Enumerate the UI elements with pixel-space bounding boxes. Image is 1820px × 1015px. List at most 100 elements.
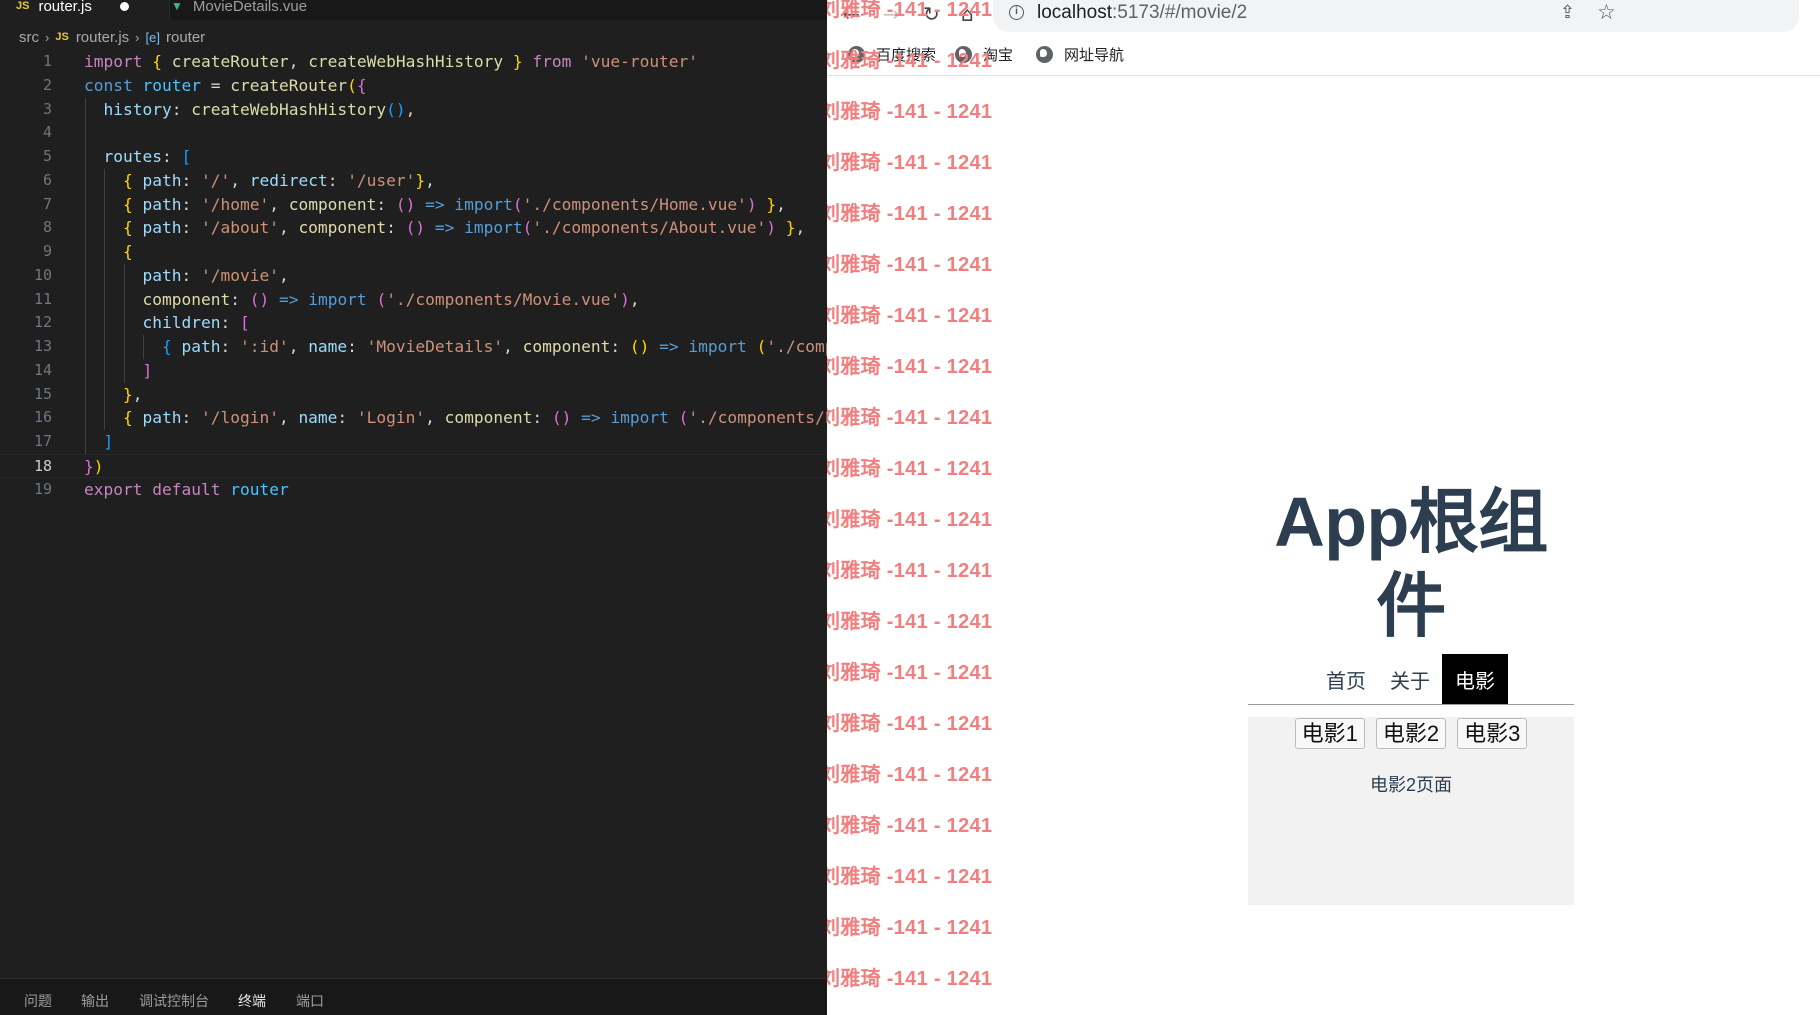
page-title: App根组件 <box>1274 483 1548 645</box>
line-number: 19 <box>33 479 52 498</box>
watermark-text: 刘雅琦 -141 - 1241 <box>827 815 993 837</box>
code-line: 19 export default router <box>0 478 827 502</box>
chevron-right-icon: › <box>45 29 50 45</box>
tab-label: router.js <box>38 0 92 15</box>
panel-tab-output[interactable]: 输出 <box>81 991 109 1011</box>
code-line: 11 component: () => import ('./component… <box>0 287 827 312</box>
vue-app: App根组件 首页 关于 电影 电影1 电影2 电影3 电影2页面 <box>1248 480 1574 905</box>
panel-tab-debug-console[interactable]: 调试控制台 <box>139 991 209 1011</box>
breadcrumb-file[interactable]: router.js <box>76 29 129 46</box>
app-nav: 首页 关于 电影 <box>1248 654 1574 705</box>
code-text: component: () => import ('./components/M… <box>142 289 640 309</box>
line-number: 15 <box>33 384 52 403</box>
browser-window: ← → ↻ ⌂ i localhost:5173/#/movie/2 ⇪ ☆ 百… <box>827 0 1820 1015</box>
code-line: 7 { path: '/home', component: () => impo… <box>0 192 827 217</box>
panel-tab-ports[interactable]: 端口 <box>296 991 324 1011</box>
line-number: 17 <box>33 432 52 450</box>
unsaved-dot-icon[interactable] <box>119 1 129 11</box>
code-area[interactable]: 1 import { createRouter, createWebHashHis… <box>0 50 827 501</box>
tab-router-js[interactable]: JS router.js <box>0 0 170 20</box>
code-text: ] <box>142 360 153 380</box>
address-bar[interactable]: i localhost:5173/#/movie/2 ⇪ ☆ <box>993 0 1799 32</box>
javascript-file-icon: JS <box>55 31 69 43</box>
line-number: 6 <box>42 170 52 189</box>
breadcrumb-symbol[interactable]: router <box>166 29 205 46</box>
panel-tab-bar: 问题 输出 调试控制台 终端 端口 <box>0 978 827 1015</box>
watermark-text: 刘雅琦 -141 - 1241 <box>827 662 993 684</box>
code-line: 12 children: [ <box>0 311 827 335</box>
code-line: 10 path: '/movie', <box>0 263 827 288</box>
line-number: 16 <box>33 408 52 427</box>
code-text: import { createRouter, createWebHashHist… <box>84 52 699 71</box>
code-line: 13 { path: ':id', name: 'MovieDetails', … <box>0 335 827 359</box>
bookmark-label: 网址导航 <box>1064 47 1125 64</box>
code-line: 8 { path: '/about', component: () => imp… <box>0 216 827 240</box>
code-line: 9 { <box>0 240 827 264</box>
code-text: children: [ <box>142 313 250 333</box>
bookmark-star-icon[interactable]: ☆ <box>1597 0 1616 24</box>
code-text: { path: '/about', component: () => impor… <box>122 218 806 238</box>
code-text: { path: '/home', component: () => import… <box>122 194 786 214</box>
watermark-text: 刘雅琦 -141 - 1241 <box>827 305 993 327</box>
watermark-text: 刘雅琦 -141 - 1241 <box>827 560 993 582</box>
code-line: 6 { path: '/', redirect: '/user'}, <box>0 168 827 193</box>
watermark-text: 刘雅琦 -141 - 1241 <box>827 764 993 786</box>
nav-link-movie[interactable]: 电影 <box>1442 654 1508 704</box>
breadcrumb: src › JS router.js › [e] router <box>0 27 827 47</box>
variable-symbol-icon: [e] <box>145 29 160 45</box>
tab-moviedetails-vue[interactable]: ▼ MovieDetails.vue <box>171 0 307 20</box>
code-line-current: 18}) <box>0 453 827 478</box>
code-line: 2 const router = createRouter({ <box>0 74 827 98</box>
code-text: }, <box>122 384 143 404</box>
tab-label: MovieDetails.vue <box>192 0 308 15</box>
code-text: export default router <box>84 479 289 499</box>
watermark-text: 刘雅琦 -141 - 1241 <box>827 356 993 378</box>
code-text: routes: [ <box>103 147 192 166</box>
watermark-text: 刘雅琦 -141 - 1241 <box>827 509 993 531</box>
line-number: 13 <box>33 337 52 355</box>
vue-file-icon: ▼ <box>171 0 183 13</box>
panel-tab-problems[interactable]: 问题 <box>24 991 52 1011</box>
line-number: 9 <box>42 242 52 260</box>
code-text: { path: ':id', name: 'MovieDetails', com… <box>161 337 827 356</box>
nav-link-about[interactable]: 关于 <box>1378 654 1442 704</box>
code-text: { <box>122 242 133 261</box>
line-number: 7 <box>42 194 52 213</box>
editor-tab-bar: JS router.js ▼ MovieDetails.vue <box>0 0 827 20</box>
line-number: 2 <box>42 75 52 94</box>
code-line: 1 import { createRouter, createWebHashHis… <box>0 50 827 74</box>
watermark-text: 刘雅琦 -141 - 1241 <box>827 152 993 174</box>
share-icon[interactable]: ⇪ <box>1560 2 1575 23</box>
line-number: 5 <box>42 147 52 165</box>
code-text: { path: '/', redirect: '/user'}, <box>122 170 435 190</box>
code-editor: JS router.js ▼ MovieDetails.vue src › JS… <box>0 0 827 1015</box>
line-number: 11 <box>33 289 52 308</box>
movie-link-2[interactable]: 电影2 <box>1375 718 1447 749</box>
code-text: history: createWebHashHistory(), <box>103 99 416 119</box>
url-text[interactable]: localhost:5173/#/movie/2 <box>1037 2 1247 24</box>
panel-tab-terminal[interactable]: 终端 <box>238 991 266 1011</box>
breadcrumb-folder[interactable]: src <box>19 29 39 46</box>
code-text: { path: '/login', name: 'Login', compone… <box>122 408 827 428</box>
nav-link-home[interactable]: 首页 <box>1314 654 1378 704</box>
movie-link-3[interactable]: 电影3 <box>1457 718 1528 749</box>
code-line: 4 <box>0 121 827 145</box>
line-number: 12 <box>33 313 52 332</box>
code-line: 3 history: createWebHashHistory(), <box>0 97 827 122</box>
watermark-text: 刘雅琦 -141 - 1241 <box>827 203 993 225</box>
code-text: path: '/movie', <box>142 265 289 285</box>
line-number: 8 <box>42 218 52 237</box>
code-line: 16 { path: '/login', name: 'Login', comp… <box>0 406 827 430</box>
code-text: ] <box>103 432 114 451</box>
watermark-text: 刘雅琦 -141 - 1241 <box>827 101 993 123</box>
code-line: 17 ] <box>0 430 827 454</box>
code-text: }) <box>84 456 104 476</box>
movie-link-1[interactable]: 电影1 <box>1294 718 1365 749</box>
movie-links: 电影1 电影2 电影3 <box>1248 717 1574 749</box>
javascript-file-icon: JS <box>16 0 30 12</box>
line-number: 1 <box>42 52 52 70</box>
movie-view: 电影1 电影2 电影3 电影2页面 <box>1248 717 1574 905</box>
movie-detail-text: 电影2页面 <box>1369 775 1452 795</box>
watermark-text: 刘雅琦 -141 - 1241 <box>827 611 993 633</box>
line-number: 3 <box>42 99 52 118</box>
